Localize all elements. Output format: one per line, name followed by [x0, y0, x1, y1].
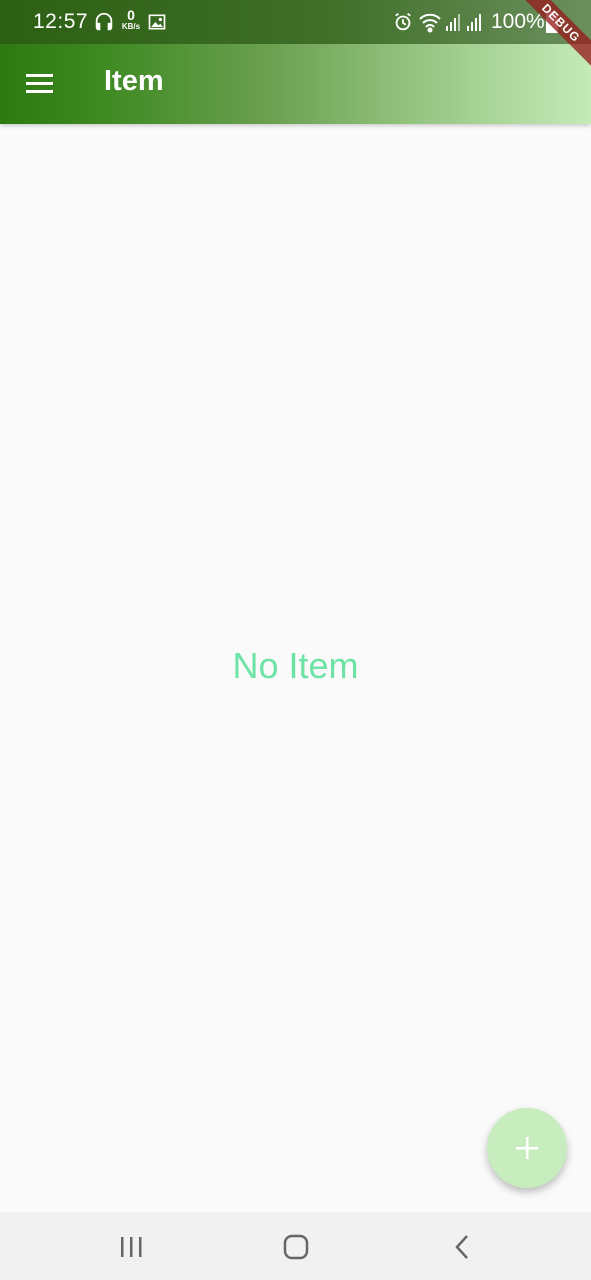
image-icon	[147, 12, 167, 37]
headphones-icon	[93, 11, 115, 38]
screen: 12:57 0 KB/s 100% DEBUG Item No Item	[0, 0, 591, 1280]
home-button[interactable]	[276, 1232, 316, 1262]
add-item-button[interactable]	[487, 1108, 567, 1188]
status-time: 12:57	[33, 10, 89, 33]
hamburger-menu-icon	[20, 74, 60, 108]
alarm-icon	[392, 11, 414, 38]
network-speed: 0 KB/s	[118, 8, 144, 31]
system-navigation-bar	[0, 1212, 591, 1280]
app-bar: Item	[0, 44, 591, 124]
back-button[interactable]	[442, 1232, 482, 1262]
debug-ribbon-label: DEBUG	[512, 0, 591, 72]
wifi-icon	[418, 11, 442, 38]
home-icon	[276, 1234, 316, 1266]
signal-icon	[445, 11, 485, 38]
page-title: Item	[104, 65, 164, 97]
network-speed-unit: KB/s	[121, 22, 141, 31]
back-icon	[442, 1235, 482, 1266]
recents-button[interactable]	[112, 1232, 152, 1262]
status-bar: 12:57 0 KB/s 100%	[0, 0, 591, 44]
debug-banner: DEBUG	[511, 0, 591, 80]
menu-button[interactable]	[20, 64, 60, 104]
network-speed-value: 0	[127, 7, 135, 23]
empty-state-message: No Item	[232, 645, 359, 686]
recents-icon	[112, 1237, 152, 1266]
